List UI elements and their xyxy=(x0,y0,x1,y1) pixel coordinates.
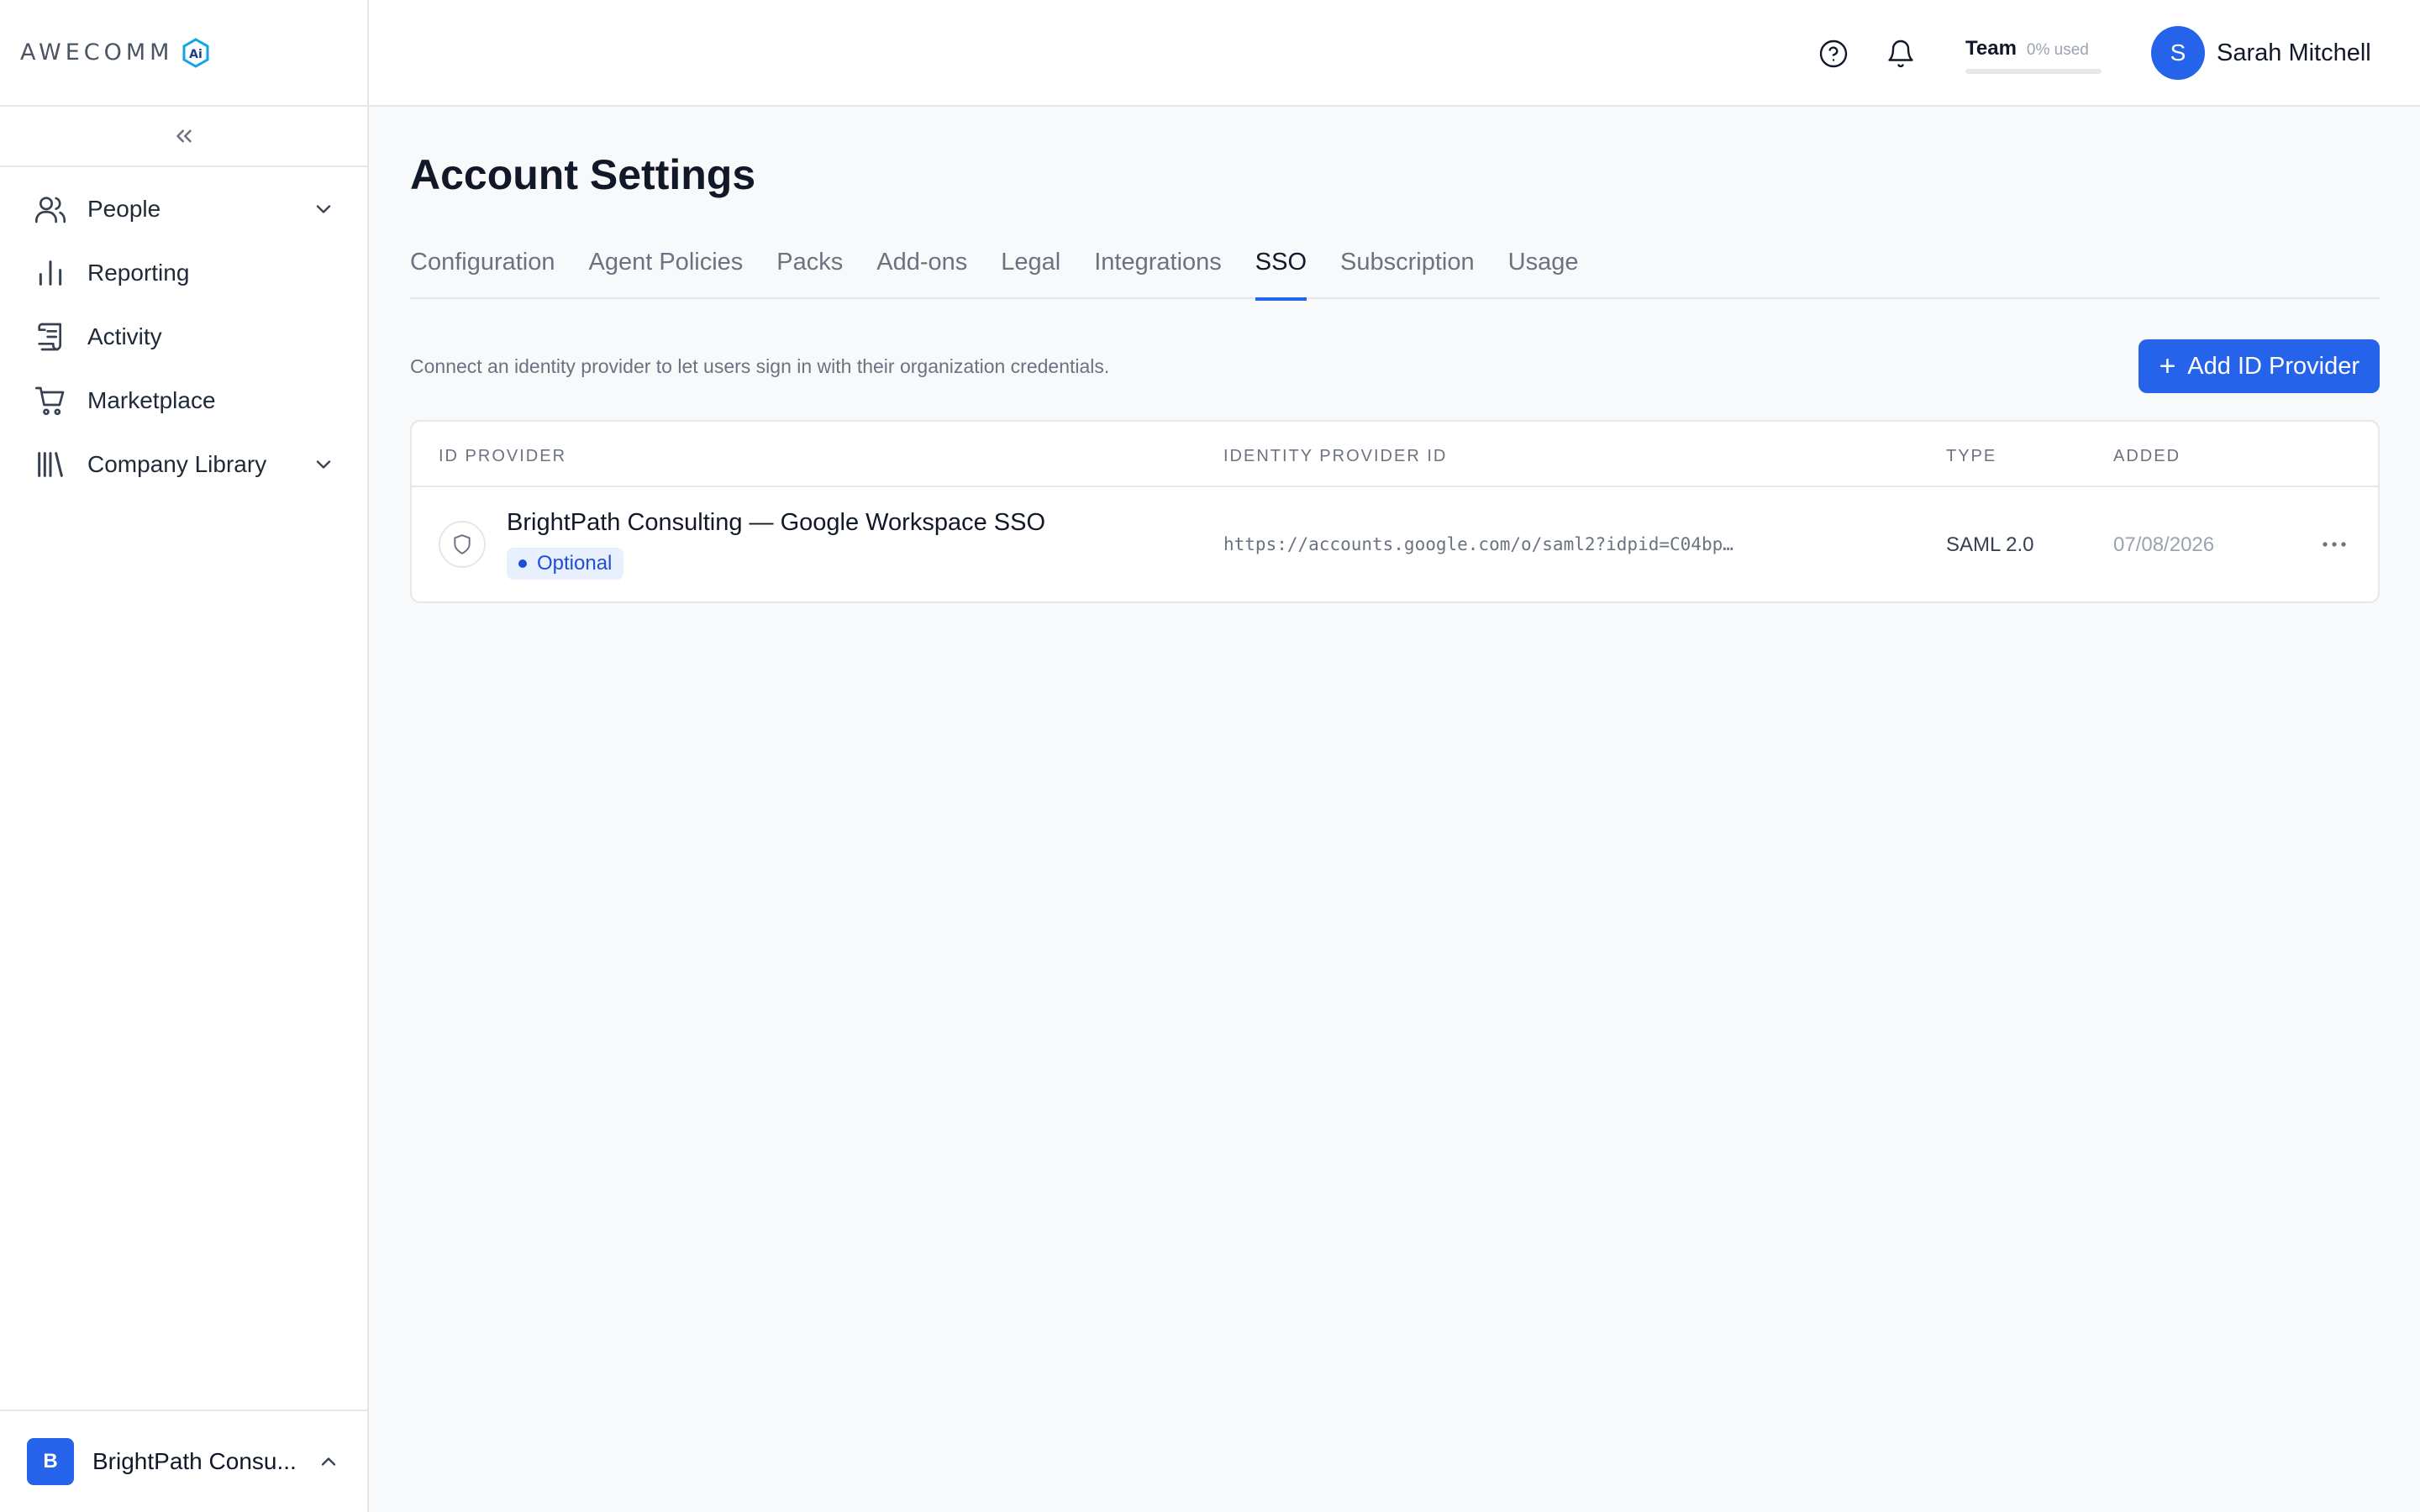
plan-name: Team xyxy=(1965,37,2017,60)
table-header: ID PROVIDER IDENTITY PROVIDER ID TYPE AD… xyxy=(412,422,2378,487)
org-switcher[interactable]: B BrightPath Consu... xyxy=(0,1410,367,1512)
help-icon[interactable] xyxy=(1818,39,1849,69)
org-name: BrightPath Consu... xyxy=(92,1448,297,1474)
plus-icon: + xyxy=(2159,350,2176,382)
add-id-provider-label: Add ID Provider xyxy=(2187,352,2360,380)
status-badge: Optional xyxy=(507,548,624,580)
sidebar: AWECOMM Ai People Reporting Activity Mar… xyxy=(0,0,369,1512)
sidebar-item-label: People xyxy=(87,196,161,222)
provider-added-date: 07/08/2026 xyxy=(2113,533,2215,556)
sidebar-item-label: Activity xyxy=(87,323,162,349)
user-name: Sarah Mitchell xyxy=(2217,39,2371,66)
sidebar-nav: People Reporting Activity Marketplace Co… xyxy=(0,167,367,496)
avatar: S xyxy=(2151,26,2205,80)
tab-configuration[interactable]: Configuration xyxy=(410,245,555,299)
column-header-id-provider: ID PROVIDER xyxy=(439,447,567,465)
ai-badge-text: Ai xyxy=(190,48,203,61)
id-provider-table: ID PROVIDER IDENTITY PROVIDER ID TYPE AD… xyxy=(410,420,2380,603)
tab-usage[interactable]: Usage xyxy=(1508,245,1579,299)
more-options-icon[interactable] xyxy=(2319,531,2349,558)
column-header-type: TYPE xyxy=(1946,447,1997,465)
sidebar-item-company-library[interactable]: Company Library xyxy=(0,433,367,496)
org-avatar: B xyxy=(27,1438,74,1485)
chevron-down-icon[interactable] xyxy=(312,197,335,221)
plan-usage-text: 0% used xyxy=(2026,41,2089,59)
provider-name: BrightPath Consulting — Google Workspace… xyxy=(507,509,1046,536)
tab-packs[interactable]: Packs xyxy=(776,245,843,299)
column-header-identity-provider-id: IDENTITY PROVIDER ID xyxy=(1223,447,1448,465)
provider-id: https://accounts.google.com/o/saml2?idpi… xyxy=(1223,534,1733,554)
bar-chart-icon xyxy=(34,256,67,290)
sidebar-item-reporting[interactable]: Reporting xyxy=(0,241,367,305)
status-badge-label: Optional xyxy=(537,552,613,575)
tab-subscription[interactable]: Subscription xyxy=(1340,245,1475,299)
sidebar-item-label: Company Library xyxy=(87,451,267,477)
collapse-sidebar-button[interactable] xyxy=(0,107,367,167)
logo-text: AWECOMM xyxy=(20,39,174,66)
tab-add-ons[interactable]: Add-ons xyxy=(876,245,967,299)
chevron-down-icon[interactable] xyxy=(312,453,335,476)
chevron-up-icon xyxy=(317,1450,340,1473)
settings-tabs: Configuration Agent Policies Packs Add-o… xyxy=(410,245,2380,301)
plan-usage-bar xyxy=(1965,69,2102,74)
tab-agent-policies[interactable]: Agent Policies xyxy=(589,245,744,299)
tab-sso[interactable]: SSO xyxy=(1255,245,1307,301)
library-icon xyxy=(34,448,67,481)
double-chevron-left-icon xyxy=(171,123,197,149)
sidebar-item-people[interactable]: People xyxy=(0,177,367,241)
add-id-provider-button[interactable]: + Add ID Provider xyxy=(2139,339,2380,393)
page-title: Account Settings xyxy=(410,151,756,198)
provider-type: SAML 2.0 xyxy=(1946,533,2034,556)
sidebar-item-activity[interactable]: Activity xyxy=(0,305,367,369)
tab-legal[interactable]: Legal xyxy=(1001,245,1060,299)
column-header-added: ADDED xyxy=(2113,447,2181,465)
sidebar-item-label: Reporting xyxy=(87,260,190,286)
shield-icon xyxy=(439,521,486,568)
tab-integrations[interactable]: Integrations xyxy=(1094,245,1222,299)
plan-usage[interactable]: Team 0% used xyxy=(1965,37,2102,74)
sidebar-item-label: Marketplace xyxy=(87,387,216,413)
logo[interactable]: AWECOMM Ai xyxy=(0,0,367,107)
scroll-icon xyxy=(34,320,67,354)
bell-icon[interactable] xyxy=(1886,39,1916,69)
top-bar: Team 0% used S Sarah Mitchell xyxy=(369,0,2420,107)
ai-badge-icon: Ai xyxy=(182,37,210,68)
cart-icon xyxy=(34,384,67,417)
status-dot-icon xyxy=(518,559,527,568)
table-row[interactable]: BrightPath Consulting — Google Workspace… xyxy=(412,487,2378,601)
people-icon xyxy=(34,192,67,226)
sso-description: Connect an identity provider to let user… xyxy=(410,355,1110,377)
user-menu[interactable]: S Sarah Mitchell xyxy=(2151,26,2371,80)
sidebar-item-marketplace[interactable]: Marketplace xyxy=(0,369,367,433)
